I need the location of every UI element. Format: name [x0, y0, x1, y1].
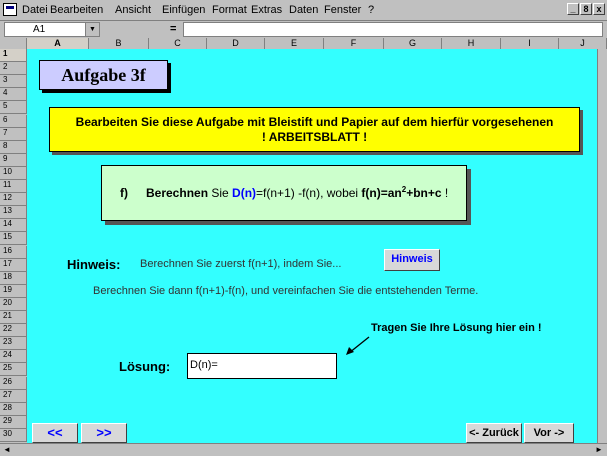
row-header[interactable]: 18	[0, 271, 27, 285]
row-header[interactable]: 30	[0, 428, 27, 442]
row-header[interactable]: 22	[0, 324, 27, 338]
name-box[interactable]: A1 ▼	[4, 22, 100, 37]
horizontal-scrollbar[interactable]: ◄ ►	[0, 443, 607, 456]
menu-einfuegen[interactable]: Einfügen	[162, 4, 205, 16]
column-header-g[interactable]: G	[384, 38, 442, 49]
task-fn: f(n)=an	[361, 186, 402, 200]
answer-input[interactable]: D(n)=	[187, 353, 337, 379]
task-fn-rest: +bn+c	[406, 186, 442, 200]
menu-datei[interactable]: Datei	[22, 4, 48, 16]
row-header[interactable]: 10	[0, 166, 27, 180]
row-header[interactable]: 26	[0, 376, 27, 390]
row-header[interactable]: 29	[0, 415, 27, 429]
chevron-down-icon[interactable]: ▼	[85, 23, 99, 36]
task-sie: Sie	[208, 186, 233, 200]
menu-daten[interactable]: Daten	[289, 4, 318, 16]
cell-reference: A1	[33, 24, 46, 35]
row-header[interactable]: 8	[0, 140, 27, 154]
row-header[interactable]: 12	[0, 193, 27, 207]
column-header-b[interactable]: B	[89, 38, 149, 49]
instruction-line-1: Bearbeiten Sie diese Aufgabe mit Bleisti…	[75, 115, 554, 129]
formula-bar: A1 ▼ =	[0, 21, 607, 38]
equals-sign: =	[170, 23, 177, 35]
menu-help[interactable]: ?	[368, 4, 374, 16]
row-header[interactable]: 13	[0, 206, 27, 220]
column-header-d[interactable]: D	[207, 38, 265, 49]
scroll-left-icon[interactable]: ◄	[2, 445, 12, 455]
answer-prompt: Tragen Sie Ihre Lösung hier ein !	[371, 322, 542, 334]
row-header[interactable]: 28	[0, 402, 27, 416]
answer-label: Lösung:	[119, 359, 171, 374]
row-header[interactable]: 5	[0, 101, 27, 115]
column-header-i[interactable]: I	[501, 38, 559, 49]
back-button[interactable]: <- Zurück	[466, 423, 522, 443]
instruction-line-2: ! ARBEITSBLATT !	[261, 130, 368, 144]
task-box: f) Berechnen Sie D(n)=f(n+1) -f(n), wobei…	[101, 165, 467, 221]
select-all-corner[interactable]	[0, 38, 27, 49]
menu-ansicht[interactable]: Ansicht	[115, 4, 151, 16]
row-headers: 1 2 3 4 5 6 7 8 9 10 11 12 13 14 15 16 17 18 19 20 21 22 23 24 2…	[0, 49, 27, 448]
menu-extras[interactable]: Extras	[251, 4, 282, 16]
column-header-a[interactable]: A	[27, 38, 89, 49]
column-header-f[interactable]: F	[324, 38, 384, 49]
minimize-icon[interactable]: _	[567, 3, 579, 15]
row-header[interactable]: 1	[0, 49, 27, 63]
task-verb: Berechnen	[146, 186, 209, 200]
formula-input[interactable]	[183, 22, 603, 37]
arrow-icon	[346, 336, 370, 355]
row-header[interactable]: 6	[0, 114, 27, 128]
task-label: f)	[120, 186, 128, 200]
forward-button[interactable]: Vor ->	[524, 423, 574, 443]
row-header[interactable]: 16	[0, 245, 27, 259]
row-header[interactable]: 17	[0, 258, 27, 272]
page-title: Aufgabe 3f	[39, 60, 168, 90]
column-header-j[interactable]: J	[559, 38, 607, 49]
menu-bearbeiten[interactable]: Bearbeiten	[50, 4, 103, 16]
row-header[interactable]: 19	[0, 284, 27, 298]
row-header[interactable]: 4	[0, 88, 27, 102]
column-header-e[interactable]: E	[265, 38, 324, 49]
row-header[interactable]: 24	[0, 350, 27, 364]
row-header[interactable]: 25	[0, 363, 27, 377]
row-header[interactable]: 7	[0, 127, 27, 141]
row-header[interactable]: 21	[0, 311, 27, 325]
hint-text: Berechnen Sie zuerst f(n+1), indem Sie..…	[140, 258, 342, 270]
hint-text-2: Berechnen Sie dann f(n+1)-f(n), und vere…	[93, 285, 479, 297]
hint-button[interactable]: Hinweis	[384, 249, 440, 271]
column-headers: A B C D E F G H I J	[0, 38, 607, 49]
row-header[interactable]: 2	[0, 62, 27, 76]
row-header[interactable]: 9	[0, 153, 27, 167]
menu-bar: Datei Bearbeiten Ansicht Einfügen Format…	[0, 0, 607, 21]
row-header[interactable]: 27	[0, 389, 27, 403]
worksheet: Aufgabe 3f Bearbeiten Sie diese Aufgabe …	[27, 49, 602, 443]
task-end: !	[441, 186, 449, 200]
close-icon[interactable]: x	[593, 3, 605, 15]
task-formula: =f(n+1) -f(n), wobei	[256, 186, 362, 200]
row-header[interactable]: 11	[0, 180, 27, 194]
column-header-c[interactable]: C	[149, 38, 207, 49]
task-dn: D(n)	[232, 186, 257, 200]
restore-icon[interactable]: 8	[580, 3, 592, 15]
row-header[interactable]: 15	[0, 232, 27, 246]
task-text: f) Berechnen Sie D(n)=f(n+1) -f(n), wobei…	[120, 186, 449, 201]
next-page-button[interactable]: >>	[81, 423, 127, 443]
instruction-box: Bearbeiten Sie diese Aufgabe mit Bleisti…	[49, 107, 580, 152]
column-header-h[interactable]: H	[442, 38, 501, 49]
row-header[interactable]: 3	[0, 75, 27, 89]
workbook-icon[interactable]	[3, 3, 17, 16]
row-header[interactable]: 14	[0, 219, 27, 233]
first-page-button[interactable]: <<	[32, 423, 78, 443]
row-header[interactable]: 23	[0, 337, 27, 351]
row-header[interactable]: 20	[0, 297, 27, 311]
hint-label: Hinweis:	[67, 257, 121, 272]
menu-fenster[interactable]: Fenster	[324, 4, 361, 16]
menu-format[interactable]: Format	[212, 4, 247, 16]
scroll-right-icon[interactable]: ►	[594, 445, 604, 455]
vertical-scrollbar[interactable]	[597, 49, 607, 443]
